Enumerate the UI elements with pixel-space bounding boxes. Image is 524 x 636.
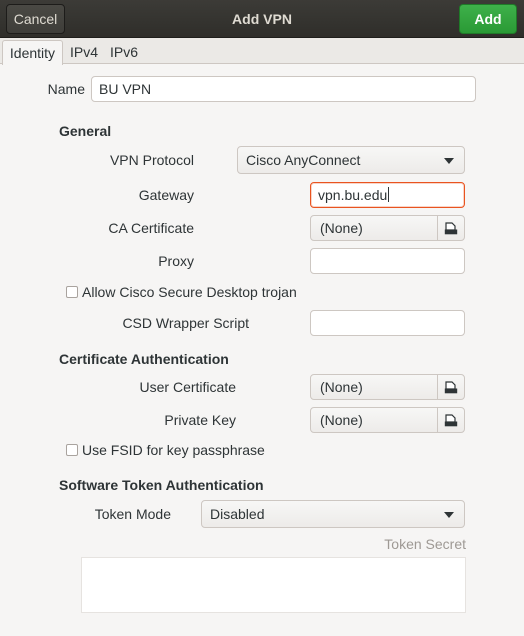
cancel-button[interactable]: Cancel [6,4,65,34]
csd-wrapper-field[interactable] [310,310,465,336]
chevron-down-icon [444,512,454,518]
private-key-chooser[interactable]: (None) [310,407,465,433]
token-mode-label: Token Mode [94,506,171,522]
text-cursor [388,187,390,202]
user-cert-chooser[interactable]: (None) [310,374,465,400]
general-heading: General [59,123,112,139]
ca-certificate-value: (None) [320,220,363,236]
ca-certificate-chooser[interactable]: (None) [310,215,465,241]
gateway-field[interactable]: vpn.bu.edu [310,182,465,208]
dialog-title: Add VPN [232,11,292,27]
tab-identity[interactable]: Identity [2,40,63,65]
gateway-label: Gateway [138,187,194,203]
vpn-protocol-combo[interactable]: Cisco AnyConnect [237,146,465,174]
token-secret-field[interactable] [81,557,466,613]
tab-bar: Identity IPv4 IPv6 [0,38,524,65]
tab-ipv6[interactable]: IPv6 [105,40,143,64]
csd-trojan-checkbox[interactable] [66,286,78,298]
vpn-protocol-label: VPN Protocol [109,152,194,168]
name-label: Name [47,81,85,97]
token-secret-label: Token Secret [384,536,466,552]
private-key-label: Private Key [164,412,236,428]
gateway-value: vpn.bu.edu [318,187,388,203]
tab-ipv4[interactable]: IPv4 [65,40,103,64]
header-bar: Cancel Add VPN Add [0,0,524,38]
name-field[interactable]: BU VPN [91,76,476,102]
fsid-label: Use FSID for key passphrase [82,442,265,458]
proxy-field[interactable] [310,248,465,274]
csd-trojan-label: Allow Cisco Secure Desktop trojan [82,284,297,300]
vpn-protocol-value: Cisco AnyConnect [246,152,361,168]
chevron-down-icon [444,158,454,164]
fsid-checkbox[interactable] [66,444,78,456]
document-open-icon[interactable] [437,216,464,240]
document-open-icon[interactable] [437,375,464,399]
token-auth-heading: Software Token Authentication [59,477,264,493]
ca-certificate-label: CA Certificate [108,220,194,236]
add-button[interactable]: Add [459,4,517,34]
token-mode-combo[interactable]: Disabled [201,500,465,528]
private-key-value: (None) [320,412,363,428]
proxy-label: Proxy [158,253,194,269]
token-mode-value: Disabled [210,506,265,522]
document-open-icon[interactable] [437,408,464,432]
user-cert-value: (None) [320,379,363,395]
csd-wrapper-label: CSD Wrapper Script [122,315,249,331]
user-cert-label: User Certificate [139,379,236,395]
cert-auth-heading: Certificate Authentication [59,351,229,367]
